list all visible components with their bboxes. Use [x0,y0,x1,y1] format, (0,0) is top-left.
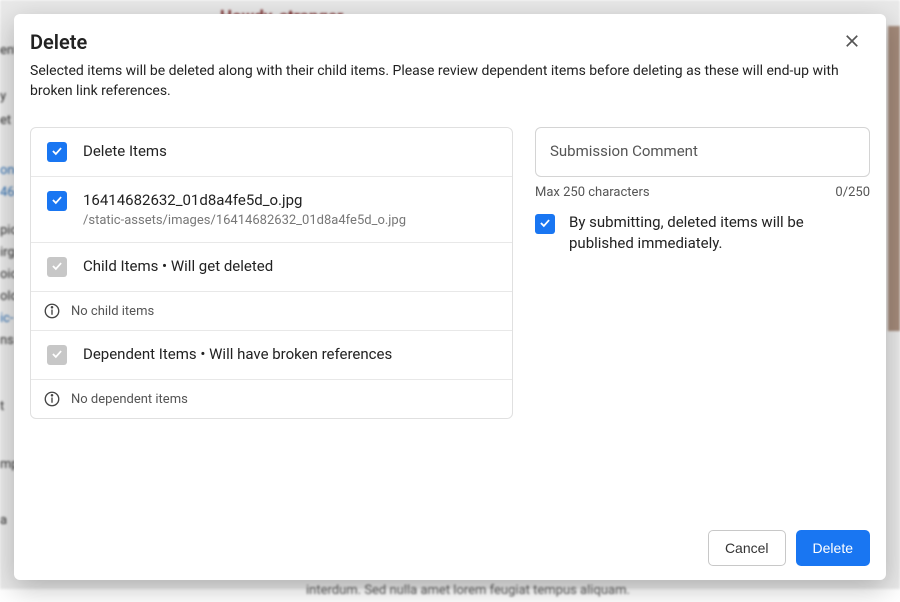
item-name: 16414682632_01d8a4fe5d_o.jpg [83,191,496,209]
modal-subtitle: Selected items will be deleted along wit… [30,62,864,101]
child-items-label: Child Items • Will get deleted [83,257,496,275]
delete-items-label: Delete Items [83,142,496,160]
item-checkbox[interactable] [47,191,67,211]
no-dependent-items-row: No dependent items [31,380,512,418]
modal-title: Delete [30,30,87,54]
max-chars-label: Max 250 characters [535,185,650,200]
publish-immediately-row: By submitting, deleted items will be pub… [535,212,870,254]
close-icon [843,32,861,53]
item-row: 16414682632_01d8a4fe5d_o.jpg /static-ass… [31,177,512,243]
modal-body: Delete Items 16414682632_01d8a4fe5d_o.jp… [14,115,886,518]
char-counter-row: Max 250 characters 0/250 [535,185,870,200]
dependent-items-header-row: Dependent Items • Will have broken refer… [31,331,512,380]
items-panel: Delete Items 16414682632_01d8a4fe5d_o.jp… [30,127,513,419]
close-button[interactable] [840,30,864,54]
item-path: /static-assets/images/16414682632_01d8a4… [83,213,496,228]
items-column: Delete Items 16414682632_01d8a4fe5d_o.jp… [30,127,513,518]
child-items-checkbox[interactable] [47,257,67,277]
info-icon [43,302,61,320]
delete-items-header-row: Delete Items [31,128,512,177]
dependent-items-label: Dependent Items • Will have broken refer… [83,345,496,363]
child-items-header-row: Child Items • Will get deleted [31,243,512,292]
check-icon [538,215,552,234]
check-icon [50,346,64,365]
publish-immediately-checkbox[interactable] [535,214,555,234]
modal-header: Delete Selected items will be deleted al… [14,14,886,115]
modal-footer: Cancel Delete [14,518,886,580]
delete-button[interactable]: Delete [796,530,870,566]
cancel-button[interactable]: Cancel [708,530,786,566]
char-counter: 0/250 [835,185,870,200]
dependent-items-checkbox[interactable] [47,345,67,365]
check-icon [50,192,64,211]
delete-items-checkbox[interactable] [47,142,67,162]
no-child-items-row: No child items [31,292,512,331]
info-icon [43,390,61,408]
publish-immediately-label: By submitting, deleted items will be pub… [569,212,870,254]
check-icon [50,143,64,162]
comment-column: Submission Comment Max 250 characters 0/… [535,127,870,518]
no-child-items-text: No child items [71,304,154,319]
check-icon [50,258,64,277]
delete-modal: Delete Selected items will be deleted al… [14,14,886,580]
no-dependent-items-text: No dependent items [71,392,188,407]
submission-comment-input[interactable]: Submission Comment [535,127,870,177]
